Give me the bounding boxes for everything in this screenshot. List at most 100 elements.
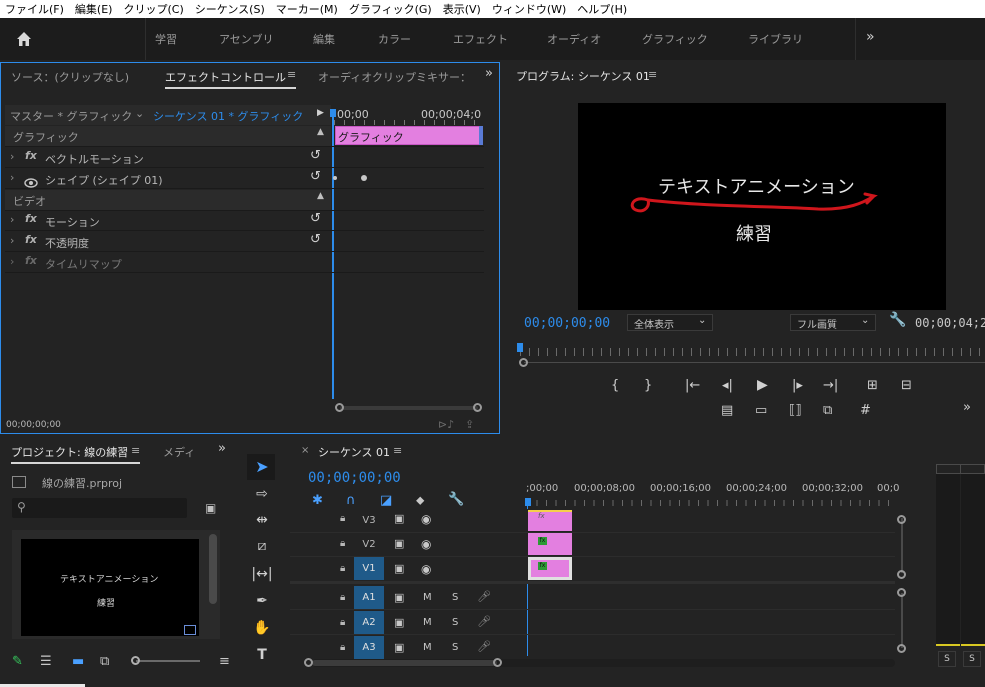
- program-timecode[interactable]: 00;00;00;00: [524, 316, 610, 331]
- hand-tool-icon[interactable]: ✋: [251, 620, 273, 636]
- reset-icon[interactable]: ↺: [310, 211, 321, 226]
- settings-wrench-icon[interactable]: 🔧: [448, 492, 464, 507]
- fx-icon[interactable]: fx: [25, 149, 37, 162]
- ws-graphics[interactable]: グラフィック: [642, 31, 708, 47]
- icon-view-icon[interactable]: ▬: [72, 654, 84, 669]
- project-scrollbar[interactable]: [209, 534, 217, 604]
- wrench-icon[interactable]: 🔧: [889, 312, 906, 328]
- track-label-a3[interactable]: A3: [354, 636, 384, 659]
- go-to-out-icon[interactable]: →|: [823, 378, 838, 393]
- menu-edit[interactable]: 編集(E): [70, 1, 119, 17]
- solo-right-button[interactable]: S: [963, 651, 981, 667]
- more-tabs-icon[interactable]: »: [218, 441, 226, 456]
- mic-icon[interactable]: 🎤︎: [477, 615, 491, 628]
- expand-chevron-icon[interactable]: ›: [10, 234, 14, 247]
- safe-margins-icon[interactable]: ▭: [755, 403, 767, 418]
- eye-icon[interactable]: ◉: [421, 512, 431, 526]
- extract-icon[interactable]: ⊟: [901, 378, 912, 393]
- film-icon[interactable]: ▣: [394, 512, 404, 525]
- pen-tool-icon[interactable]: ✒: [251, 593, 273, 609]
- mic-icon[interactable]: 🎤︎: [477, 590, 491, 603]
- step-back-icon[interactable]: ◂|: [722, 378, 733, 393]
- effect-shape[interactable]: シェイプ (シェイプ 01): [45, 172, 163, 188]
- razor-tool-icon[interactable]: ⧄: [251, 538, 273, 554]
- project-thumbnail[interactable]: テキストアニメーション 練習: [12, 530, 220, 639]
- panel-menu-icon[interactable]: ≡: [648, 68, 657, 81]
- effect-motion[interactable]: モーション: [45, 214, 100, 230]
- ws-learning[interactable]: 学習: [155, 31, 177, 47]
- home-icon[interactable]: [14, 29, 34, 49]
- video-vscroll[interactable]: [901, 518, 903, 573]
- lock-icon[interactable]: 🔒︎: [340, 538, 345, 549]
- menu-clip[interactable]: クリップ(C): [118, 1, 189, 17]
- mute-button[interactable]: M: [423, 642, 432, 653]
- play-clip-icon[interactable]: ▶: [317, 108, 324, 118]
- mic-icon[interactable]: 🎤︎: [477, 640, 491, 653]
- reset-icon[interactable]: ↺: [310, 232, 321, 247]
- timeline-ruler[interactable]: [527, 500, 895, 506]
- expand-chevron-icon[interactable]: ›: [10, 171, 14, 184]
- mark-in-icon[interactable]: {: [611, 378, 619, 393]
- tab-audio-clip-mixer[interactable]: オーディオクリップミキサー：: [318, 69, 471, 85]
- expand-chevron-icon[interactable]: ›: [10, 213, 14, 226]
- search-input[interactable]: ⚲: [12, 498, 187, 518]
- mute-button[interactable]: M: [423, 617, 432, 628]
- keyframe-dot[interactable]: [361, 175, 367, 181]
- type-tool-icon[interactable]: T: [251, 647, 273, 663]
- play-icon[interactable]: ▶: [757, 377, 768, 393]
- menu-sequence[interactable]: シーケンス(S): [190, 1, 271, 17]
- export-icon[interactable]: ⇪: [465, 418, 474, 431]
- menu-marker[interactable]: マーカー(M): [271, 1, 344, 17]
- solo-button[interactable]: S: [452, 592, 458, 603]
- lock-icon[interactable]: 🔒︎: [340, 563, 345, 574]
- menu-help[interactable]: ヘルプ(H): [572, 1, 633, 17]
- film-icon[interactable]: ▣: [394, 562, 404, 575]
- tab-source[interactable]: ソース：(クリップなし): [11, 69, 129, 85]
- freeform-view-icon[interactable]: ⧉: [100, 654, 109, 669]
- zoom-slider[interactable]: [136, 660, 200, 662]
- comparison-view-icon[interactable]: #: [860, 403, 871, 418]
- timeline-title[interactable]: シーケンス 01: [318, 444, 390, 460]
- track-label-a1[interactable]: A1: [354, 586, 384, 609]
- ws-editing[interactable]: 編集: [313, 31, 335, 47]
- lock-icon[interactable]: 🔒︎: [340, 592, 345, 603]
- lock-icon[interactable]: 🔒︎: [340, 513, 345, 524]
- track-label-v2[interactable]: V2: [354, 533, 384, 556]
- panel-menu-icon[interactable]: ≡: [131, 444, 140, 457]
- keyframe-dot[interactable]: [333, 176, 337, 180]
- menu-view[interactable]: 表示(V): [438, 1, 487, 17]
- reset-icon[interactable]: ↺: [310, 148, 321, 163]
- panel-menu-icon[interactable]: ≡: [287, 68, 296, 81]
- ws-audio[interactable]: オーディオ: [547, 31, 601, 47]
- timeline-timecode[interactable]: 00;00;00;00: [308, 470, 401, 486]
- collapse-up-icon[interactable]: ▲: [317, 127, 324, 137]
- eye-icon[interactable]: ◉: [421, 562, 431, 576]
- track-label-v1[interactable]: V1: [354, 557, 384, 580]
- menu-window[interactable]: ウィンドウ(W): [487, 1, 572, 17]
- tab-effect-controls[interactable]: エフェクトコントロール: [165, 69, 286, 85]
- expand-chevron-icon[interactable]: ›: [10, 255, 14, 268]
- effect-opacity[interactable]: 不透明度: [45, 235, 89, 251]
- track-label-a2[interactable]: A2: [354, 611, 384, 634]
- film-icon[interactable]: ▣: [394, 591, 404, 604]
- more-workspaces-icon[interactable]: »: [866, 29, 875, 45]
- snap-icon[interactable]: ∩: [346, 493, 356, 508]
- more-controls-icon[interactable]: »: [963, 400, 971, 415]
- program-frame[interactable]: テキストアニメーション 練習: [578, 103, 946, 310]
- ec-scrollbar[interactable]: [340, 406, 478, 410]
- more-tabs-icon[interactable]: »: [485, 66, 493, 81]
- lock-icon[interactable]: 🔒︎: [340, 617, 345, 628]
- expand-chevron-icon[interactable]: ›: [10, 150, 14, 163]
- linked-selection-icon[interactable]: ◪: [380, 493, 392, 508]
- slip-tool-icon[interactable]: |↔|: [251, 566, 273, 582]
- trim-icon[interactable]: ⟦⟧: [789, 403, 802, 418]
- collapse-up-icon[interactable]: ▲: [317, 191, 324, 201]
- effect-time-remap[interactable]: タイムリマップ: [45, 256, 122, 272]
- add-marker-icon[interactable]: ⬥: [416, 493, 424, 508]
- panel-menu-icon[interactable]: ≡: [219, 654, 230, 669]
- quality-select[interactable]: フル画質 ⌄: [790, 314, 876, 331]
- reset-icon[interactable]: ↺: [310, 169, 321, 184]
- list-view-icon[interactable]: ☰: [40, 654, 52, 669]
- lift-icon[interactable]: ⊞: [867, 378, 878, 393]
- track-select-tool-icon[interactable]: ⇨: [251, 486, 273, 502]
